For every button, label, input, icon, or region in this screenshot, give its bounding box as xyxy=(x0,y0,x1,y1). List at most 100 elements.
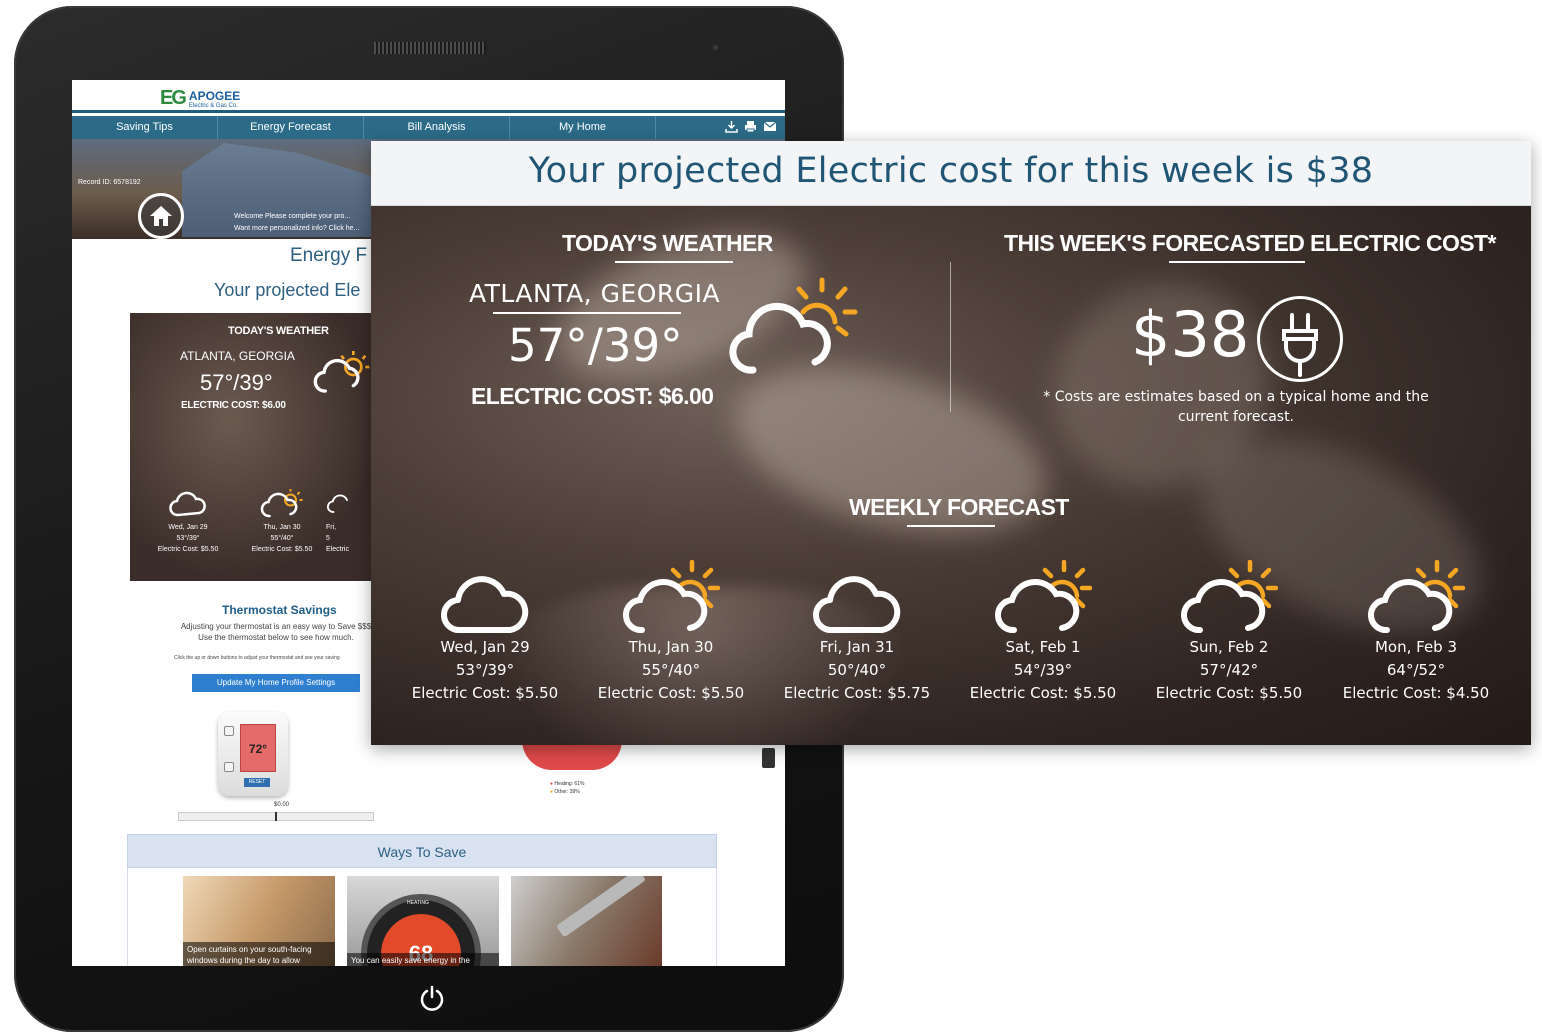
forecast-day: Sun, Feb 2 57°/42° Electric Cost: $5.50 xyxy=(1139,550,1319,705)
cloud-icon xyxy=(326,494,348,513)
partly-sunny-icon xyxy=(581,550,761,636)
apogee-logo[interactable]: EG APOGEE Electric & Gas Co. xyxy=(160,87,240,110)
tip-caption: You can easily save energy in the xyxy=(347,953,499,966)
thermostat-widget: 72° RESET xyxy=(218,712,288,796)
todays-weather-heading: TODAY'S WEATHER xyxy=(562,230,773,256)
nest-dial-label: HEATING xyxy=(407,900,429,906)
forecast-cost: Electric Cost: $4.50 xyxy=(1342,684,1490,702)
weather-forecast-overlay: Your projected Electric cost for this we… xyxy=(371,141,1531,745)
legend-heating: ● Heating: 61% xyxy=(550,781,585,787)
caulk-gun-image xyxy=(556,876,646,938)
main-nav: Saving Tips Energy Forecast Bill Analysi… xyxy=(72,116,785,139)
record-id: Record ID: 6578192 xyxy=(78,179,141,186)
tip-tile-thermostat[interactable]: 68 HEATING You can easily save energy in… xyxy=(347,876,499,966)
forecast-date: Sun, Feb 2 xyxy=(1189,638,1269,656)
projected-cost-title: Your projected Electric cost for this we… xyxy=(528,151,1374,191)
nav-bill-analysis[interactable]: Bill Analysis xyxy=(364,116,510,139)
logo-subtitle: Electric & Gas Co. xyxy=(188,102,238,109)
email-icon[interactable] xyxy=(763,120,777,133)
today-temperature: 57°/39° xyxy=(508,319,683,372)
tablet-camera xyxy=(713,45,718,50)
logo-mark: EG xyxy=(160,87,187,109)
forecast-date: Sat, Feb 1 xyxy=(1005,638,1081,656)
forecast-day: Wed, Jan 29 53°/39° Electric Cost: $5.50 xyxy=(395,550,575,705)
welcome-message: Welcome Please complete your pro... Want… xyxy=(234,213,360,232)
forecast-day: Fri, Jan 31 50°/40° Electric Cost: $5.75 xyxy=(767,550,947,705)
forecast-cost: Electric Cost: $5.50 xyxy=(411,684,559,702)
forecast-day: Sat, Feb 1 54°/39° Electric Cost: $5.50 xyxy=(953,550,1133,705)
partly-sunny-icon xyxy=(313,351,370,393)
mini-temp: 57°/39° xyxy=(200,370,273,395)
forecast-date: Mon, Feb 3 xyxy=(1374,638,1458,656)
forecast-temp: 55°/40° xyxy=(641,661,701,679)
pie-legend: ● Heating: 61% ● Other: 39% xyxy=(550,780,584,796)
print-icon[interactable] xyxy=(744,120,757,133)
forecast-date: Fri, Jan 31 xyxy=(819,638,895,656)
weekly-cost-value: $38 xyxy=(1131,298,1250,371)
partly-sunny-icon xyxy=(1139,550,1319,636)
overlay-header: Your projected Electric cost for this we… xyxy=(371,141,1531,206)
tip-tile-curtains[interactable]: Open curtains on your south-facing windo… xyxy=(183,876,335,966)
savings-value: $0.00 xyxy=(274,802,290,808)
ways-to-save-header: Ways To Save xyxy=(127,834,717,868)
site-header: EG APOGEE Electric & Gas Co. xyxy=(72,80,785,113)
legend-other: ● Other: 39% xyxy=(550,789,580,795)
weekly-forecast-heading: WEEKLY FORECAST xyxy=(849,494,1069,520)
thermostat-savings-title: Thermostat Savings xyxy=(222,603,337,617)
partly-sunny-icon xyxy=(260,489,303,518)
savings-slider[interactable] xyxy=(178,812,374,821)
city-name: ATLANTA, GEORGIA xyxy=(469,279,721,308)
forecast-day: Mon, Feb 3 64°/52° Electric Cost: $4.50 xyxy=(1326,550,1506,705)
weekly-cost-heading: THIS WEEK'S FORECASTED ELECTRIC COST* xyxy=(1004,230,1496,256)
overlay-body: TODAY'S WEATHER ATLANTA, GEORGIA 57°/39°… xyxy=(371,206,1531,745)
thermostat-description: Adjusting your thermostat is an easy way… xyxy=(180,622,372,642)
thermostat-down-button[interactable] xyxy=(224,762,234,772)
savings-slider-handle[interactable] xyxy=(275,812,277,821)
scroll-handle[interactable] xyxy=(762,748,775,768)
tablet-speaker xyxy=(374,42,486,54)
logo-name: APOGEE xyxy=(188,88,241,103)
thermostat-hint: Click the up or down buttons to adjust y… xyxy=(174,655,340,661)
plug-icon xyxy=(1257,296,1343,382)
mini-today-heading: TODAY'S WEATHER xyxy=(228,325,329,337)
update-profile-button[interactable]: Update My Home Profile Settings xyxy=(192,674,360,692)
tip-caption: Open curtains on your south-facing windo… xyxy=(183,942,335,966)
thermostat-reset-button[interactable]: RESET xyxy=(244,778,270,787)
cloud-icon xyxy=(169,491,206,517)
forecast-temp: 54°/39° xyxy=(1013,661,1073,679)
forecast-temp: 57°/42° xyxy=(1199,661,1259,679)
energy-forecast-heading: Energy F xyxy=(290,245,368,266)
nav-energy-forecast[interactable]: Energy Forecast xyxy=(218,116,364,139)
partly-sunny-icon xyxy=(953,550,1133,636)
mini-weather-card: TODAY'S WEATHER ATLANTA, GEORGIA 57°/39°… xyxy=(130,313,380,581)
nav-my-home[interactable]: My Home xyxy=(510,116,656,139)
today-electric-cost: ELECTRIC COST: $6.00 xyxy=(471,383,714,409)
mini-city: ATLANTA, GEORGIA xyxy=(180,349,295,363)
mini-cost: ELECTRIC COST: $6.00 xyxy=(181,400,286,411)
mini-day-1: Wed, Jan 29 53°/39° Electric Cost: $5.50 xyxy=(148,488,228,555)
nav-saving-tips[interactable]: Saving Tips xyxy=(72,116,218,139)
forecast-cost: Electric Cost: $5.50 xyxy=(597,684,745,702)
section-divider xyxy=(950,262,951,412)
forecast-cost: Electric Cost: $5.75 xyxy=(783,684,931,702)
forecast-day: Thu, Jan 30 55°/40° Electric Cost: $5.50 xyxy=(581,550,761,705)
tip-tile-caulking[interactable] xyxy=(511,876,662,966)
cloud-icon xyxy=(395,550,575,636)
partly-sunny-icon xyxy=(1326,550,1506,636)
thermostat-up-button[interactable] xyxy=(224,726,234,736)
forecast-cost: Electric Cost: $5.50 xyxy=(969,684,1117,702)
home-button[interactable] xyxy=(138,193,184,239)
mini-day-2: Thu, Jan 30 55°/40° Electric Cost: $5.50 xyxy=(242,488,322,555)
forecast-cost: Electric Cost: $5.50 xyxy=(1155,684,1303,702)
partly-sunny-icon xyxy=(729,277,858,374)
power-icon[interactable] xyxy=(418,984,446,1012)
thermostat-display: 72° xyxy=(240,724,276,772)
cloud-icon xyxy=(767,550,947,636)
estimate-footnote: * Costs are estimates based on a typical… xyxy=(1043,389,1429,425)
forecast-temp: 64°/52° xyxy=(1386,661,1446,679)
home-icon xyxy=(150,206,172,226)
forecast-temp: 50°/40° xyxy=(827,661,887,679)
forecast-date: Thu, Jan 30 xyxy=(628,638,714,656)
stage: EG APOGEE Electric & Gas Co. Saving Tips… xyxy=(0,0,1542,1033)
download-icon[interactable] xyxy=(725,120,738,133)
